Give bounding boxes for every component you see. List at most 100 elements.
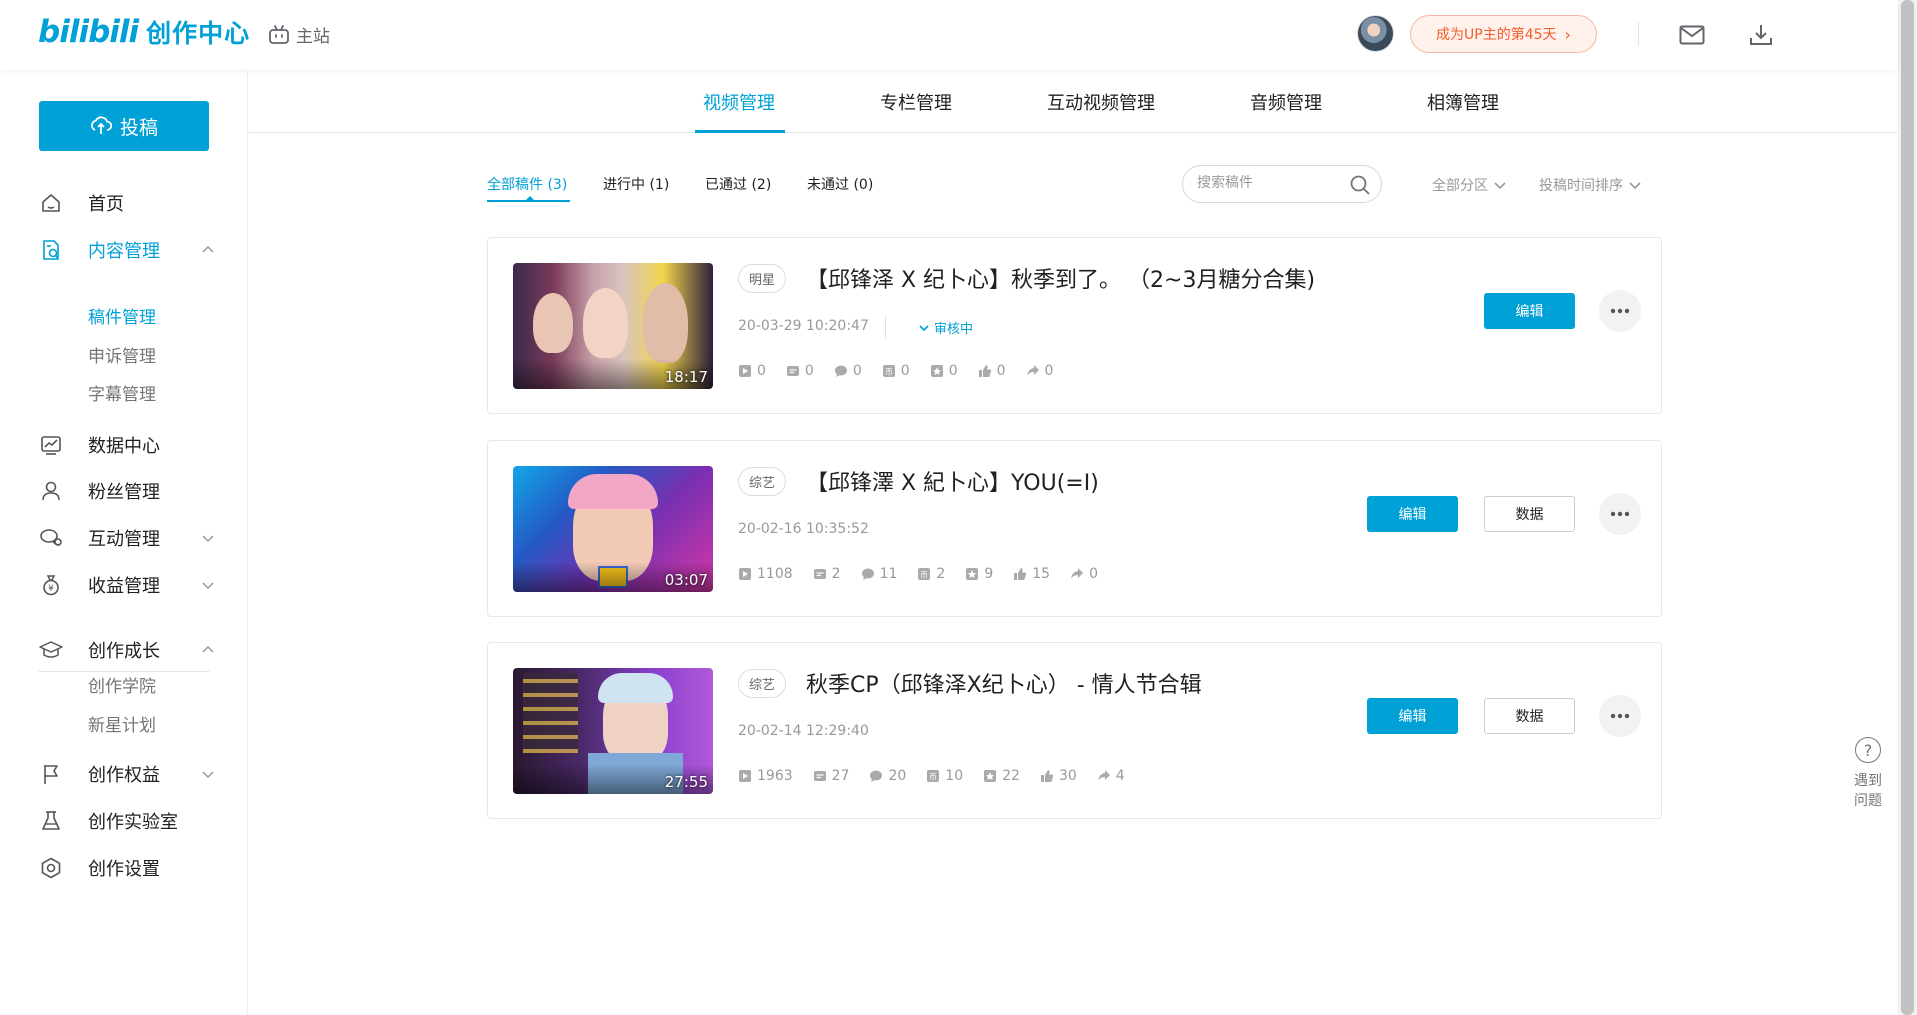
up-days-badge[interactable]: 成为UP主的第45天 ›: [1410, 15, 1597, 53]
stat-shares: 0: [1070, 566, 1098, 582]
chevron-down-icon: [1494, 182, 1506, 190]
video-title[interactable]: 秋季CP（邱锋泽X纪卜心） - 情人节合辑: [806, 667, 1202, 699]
tab-audio[interactable]: 音频管理: [1250, 89, 1322, 115]
sort-dropdown[interactable]: 投稿时间排序: [1539, 175, 1642, 195]
bilibili-logo[interactable]: bilibili 创作中心: [38, 14, 250, 50]
more-button[interactable]: [1599, 695, 1641, 737]
tab-album[interactable]: 相簿管理: [1427, 89, 1499, 115]
stat-likes: 0: [978, 363, 1006, 379]
stat-coins: 币 10: [926, 768, 963, 784]
user-icon: [38, 478, 64, 504]
sidebar-item-interaction[interactable]: 互动管理: [0, 518, 248, 558]
chevron-down-icon: [1629, 182, 1641, 190]
chevron-down-icon: [202, 582, 214, 590]
share-icon: [1097, 770, 1110, 781]
filter-all[interactable]: 全部稿件 (3): [487, 174, 567, 194]
stat-comments: 0: [834, 363, 862, 379]
sidebar-item-lab[interactable]: 创作实验室: [0, 801, 248, 841]
zone-dropdown[interactable]: 全部分区: [1432, 175, 1507, 195]
sidebar-item-settings[interactable]: 创作设置: [0, 848, 248, 888]
filter-in-progress[interactable]: 进行中 (1): [603, 174, 669, 194]
tab-interactive-video[interactable]: 互动视频管理: [1047, 89, 1155, 115]
stat-value: 11: [879, 566, 898, 582]
stat-favorites: 22: [983, 768, 1020, 784]
meta-divider: [885, 316, 886, 338]
video-thumbnail[interactable]: 03:07: [513, 466, 713, 592]
stat-value: 1963: [757, 768, 793, 784]
play-icon: [739, 770, 751, 782]
money-bag-icon: ¥: [38, 572, 64, 598]
question-icon: ?: [1855, 737, 1881, 763]
search-icon[interactable]: [1349, 174, 1371, 200]
sidebar-item-rights[interactable]: 创作权益: [0, 754, 248, 794]
video-title[interactable]: 【邱锋泽 X 纪卜心】秋季到了。 （2~3月糖分合集): [806, 262, 1315, 294]
edit-button[interactable]: 编辑: [1367, 496, 1458, 532]
more-button[interactable]: [1599, 290, 1641, 332]
sidebar-subitem-new-star[interactable]: 新星计划: [88, 711, 156, 736]
more-icon: [1610, 308, 1630, 314]
stat-value: 9: [984, 566, 994, 582]
stat-value: 22: [1002, 768, 1020, 784]
avatar[interactable]: [1357, 15, 1394, 52]
edit-button[interactable]: 编辑: [1484, 293, 1575, 329]
data-button[interactable]: 数据: [1484, 496, 1575, 532]
sidebar-subitem-manuscripts[interactable]: 稿件管理: [88, 303, 156, 328]
scrollbar[interactable]: [1898, 0, 1917, 1015]
share-icon: [1071, 568, 1084, 579]
coin-icon: 币: [927, 770, 940, 782]
stat-value: 0: [804, 363, 814, 379]
download-icon[interactable]: [1746, 20, 1776, 50]
chevron-down-icon: [919, 324, 929, 331]
tab-video[interactable]: 视频管理: [703, 89, 775, 115]
flag-icon: [38, 761, 64, 787]
sidebar-item-label: 创作设置: [88, 859, 160, 880]
stat-value: 0: [1044, 363, 1054, 379]
video-title[interactable]: 【邱锋澤 X 紀卜心】YOU(=I): [806, 465, 1099, 497]
video-duration: 18:17: [664, 368, 708, 386]
chevron-down-icon: [202, 535, 214, 543]
play-icon: [739, 365, 751, 377]
stat-shares: 0: [1026, 363, 1054, 379]
sidebar-item-fans[interactable]: 粉丝管理: [0, 471, 248, 511]
help-label: 遇到问题: [1854, 773, 1882, 809]
sidebar-item-content[interactable]: 内容管理: [0, 230, 248, 270]
more-icon: [1610, 713, 1630, 719]
stat-coins: 币2: [917, 566, 945, 582]
mail-icon[interactable]: [1677, 20, 1707, 50]
review-status[interactable]: 审核中: [918, 318, 973, 337]
chevron-right-icon: ›: [1564, 24, 1571, 44]
filter-approved[interactable]: 已通过 (2): [705, 174, 771, 194]
sidebar-subitem-appeals[interactable]: 申诉管理: [88, 342, 156, 367]
upload-button[interactable]: 投稿: [39, 101, 209, 151]
stat-value: 10: [945, 768, 964, 784]
sidebar-item-home[interactable]: 首页: [0, 183, 248, 223]
stat-value: 0: [948, 363, 958, 379]
sidebar-item-label: 创作权益: [88, 765, 160, 786]
filter-rejected[interactable]: 未通过 (0): [807, 174, 873, 194]
stat-comments: 20: [869, 768, 906, 784]
tab-column[interactable]: 专栏管理: [880, 89, 952, 115]
sidebar-item-growth[interactable]: 创作成长: [0, 630, 248, 670]
sidebar-item-data-center[interactable]: 数据中心: [0, 425, 248, 465]
video-thumbnail[interactable]: 27:55: [513, 668, 713, 794]
more-button[interactable]: [1599, 493, 1641, 535]
data-button[interactable]: 数据: [1484, 698, 1575, 734]
home-link[interactable]: 主站: [268, 22, 330, 47]
scrollbar-thumb[interactable]: [1901, 0, 1914, 1015]
sidebar-item-income[interactable]: ¥ 收益管理: [0, 565, 248, 605]
stat-value: 0: [757, 363, 766, 379]
sidebar-item-label: 首页: [88, 194, 124, 215]
help-button[interactable]: ? 遇到问题: [1840, 737, 1896, 811]
search-input[interactable]: [1197, 175, 1347, 191]
sidebar-subitem-academy[interactable]: 创作学院: [88, 672, 156, 697]
comment-icon: [834, 365, 847, 377]
video-thumbnail[interactable]: 18:17: [513, 263, 713, 389]
stat-views: 0: [738, 363, 766, 379]
more-icon: [1610, 511, 1630, 517]
sidebar-subitem-subtitles[interactable]: 字幕管理: [88, 380, 156, 405]
video-card: 18:17 明星 【邱锋泽 X 纪卜心】秋季到了。 （2~3月糖分合集) 20-…: [487, 237, 1662, 414]
favorite-icon: [984, 770, 997, 782]
edit-button[interactable]: 编辑: [1367, 698, 1458, 734]
sort-dropdown-label: 投稿时间排序: [1539, 178, 1623, 194]
video-publish-time: 20-02-16 10:35:52: [738, 521, 869, 537]
